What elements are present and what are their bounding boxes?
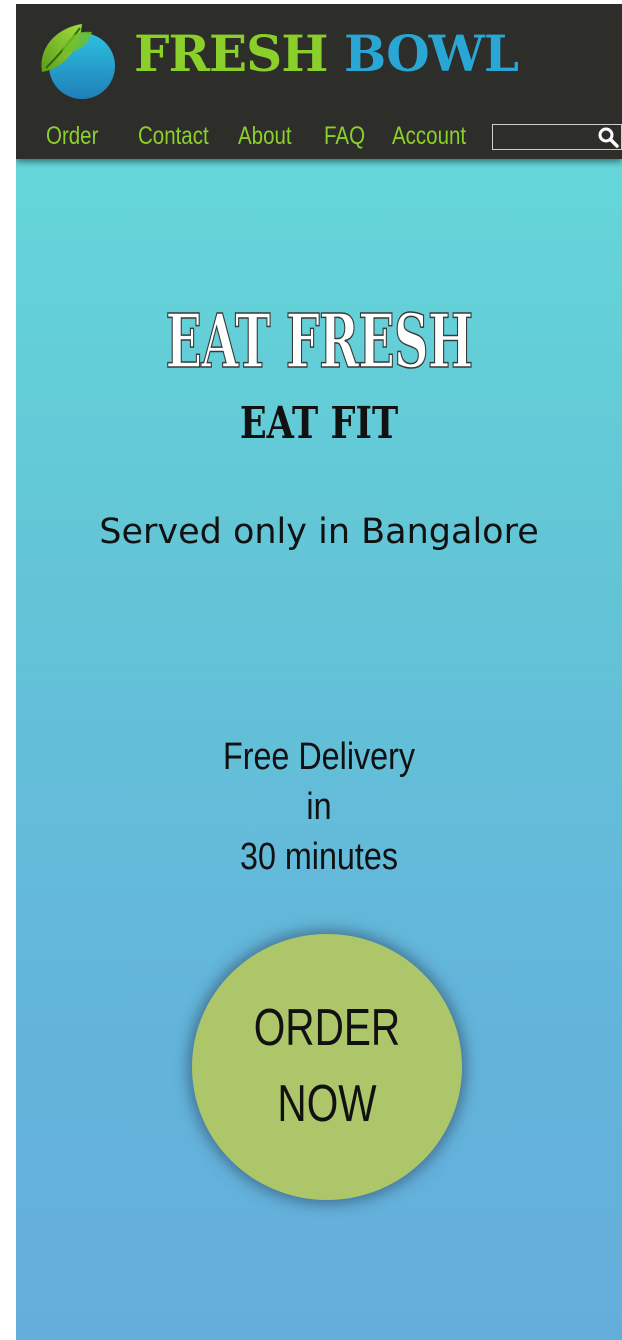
brand-word-fresh: FRESH <box>134 24 329 83</box>
site-header: FRESH BOWL Order Contact About FAQ Accou… <box>16 4 622 159</box>
delivery-line-3: 30 minutes <box>239 836 398 878</box>
hero-subtitle: EAT FIT <box>239 398 399 449</box>
brand-logo-text[interactable]: FRESH BOWL <box>134 22 519 86</box>
main-nav: Order Contact About FAQ Account <box>16 116 622 156</box>
delivery-line-1: Free Delivery <box>222 736 416 778</box>
order-now-label: ORDER NOW <box>253 999 401 1133</box>
nav-account[interactable]: Account <box>392 118 466 154</box>
delivery-text: Free Delivery in 30 minutes <box>16 732 622 882</box>
bowl-leaf-icon[interactable] <box>36 20 122 100</box>
served-area-text: Served only in Bangalore <box>99 512 539 552</box>
search-input[interactable] <box>492 124 622 150</box>
order-now-button[interactable]: ORDER NOW <box>192 934 462 1200</box>
search-icon[interactable] <box>597 126 619 148</box>
nav-contact[interactable]: Contact <box>138 118 209 154</box>
nav-about[interactable]: About <box>238 118 292 154</box>
hero-title: EAT FRESH <box>165 298 474 386</box>
brand-word-bowl: BOWL <box>343 24 519 83</box>
nav-order[interactable]: Order <box>46 118 98 154</box>
nav-faq[interactable]: FAQ <box>324 118 365 154</box>
delivery-line-2: in <box>306 786 332 828</box>
page-background: FRESH BOWL Order Contact About FAQ Accou… <box>16 4 622 1340</box>
